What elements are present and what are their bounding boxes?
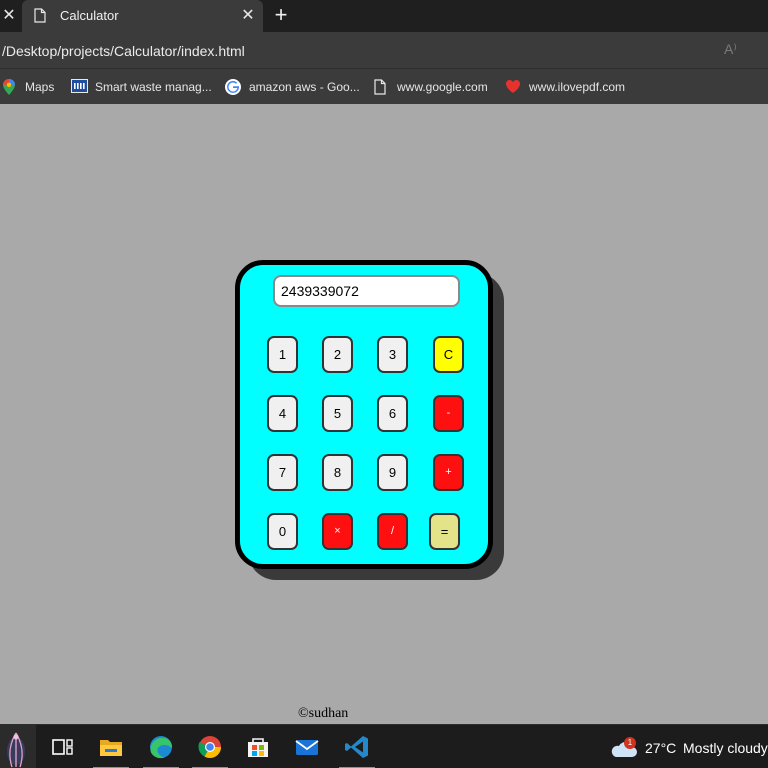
- bookmark-label: www.ilovepdf.com: [529, 80, 626, 94]
- key-8[interactable]: 8: [322, 454, 353, 491]
- tab-title: Calculator: [60, 8, 119, 23]
- maps-pin-icon: [3, 79, 15, 95]
- weather-badge: 1: [624, 737, 636, 749]
- address-bar-edge: [762, 41, 768, 59]
- bookmark-label: amazon aws - Goo...: [249, 80, 360, 94]
- mail-icon[interactable]: [289, 729, 325, 765]
- url-field[interactable]: /Desktop/projects/Calculator/index.html: [2, 42, 245, 60]
- file-explorer-icon[interactable]: [93, 729, 129, 768]
- clear-button[interactable]: C: [433, 336, 464, 373]
- key-0[interactable]: 0: [267, 513, 298, 550]
- divide-button[interactable]: /: [377, 513, 408, 550]
- tab-calculator[interactable]: Calculator ✕: [22, 0, 263, 32]
- weather-description[interactable]: Mostly cloudy: [683, 740, 768, 756]
- subtract-button[interactable]: -: [433, 395, 464, 432]
- tab-close-icon[interactable]: ✕: [240, 6, 256, 26]
- previous-tab-close-icon[interactable]: ✕: [0, 6, 18, 26]
- bookmarks-bar: Maps Smart waste manag... amazon aws - G…: [0, 68, 768, 104]
- address-bar: /Desktop/projects/Calculator/index.html …: [0, 32, 768, 68]
- key-6[interactable]: 6: [377, 395, 408, 432]
- bookmark-label: www.google.com: [397, 80, 488, 94]
- task-view-icon[interactable]: [44, 729, 80, 765]
- multiply-button[interactable]: ×: [322, 513, 353, 550]
- bookmark-label: Maps: [25, 80, 55, 94]
- read-aloud-icon[interactable]: A⁾: [724, 41, 744, 59]
- tab-strip: ✕ Calculator ✕ +: [0, 0, 768, 32]
- bookmark-maps[interactable]: Maps: [3, 78, 59, 96]
- equals-button[interactable]: =: [429, 513, 460, 550]
- start-icon[interactable]: [0, 725, 36, 768]
- key-1[interactable]: 1: [267, 336, 298, 373]
- bookmark-ilovepdf[interactable]: www.ilovepdf.com: [505, 78, 629, 96]
- bookmark-amazon-aws[interactable]: amazon aws - Goo...: [225, 78, 361, 96]
- footer-credit: ©sudhan: [298, 706, 349, 721]
- edge-icon[interactable]: [143, 729, 179, 768]
- taskbar: 1 27°C Mostly cloudy: [0, 724, 768, 768]
- calculator: 2439339072 1 2 3 C 4 5 6 - 7 8 9 + 0 × /…: [235, 260, 493, 569]
- ieee-icon: [71, 79, 88, 93]
- chrome-icon[interactable]: [192, 729, 228, 768]
- add-button[interactable]: +: [433, 454, 464, 491]
- store-icon[interactable]: [240, 729, 276, 765]
- google-icon: [225, 79, 241, 95]
- key-2[interactable]: 2: [322, 336, 353, 373]
- bookmark-google[interactable]: www.google.com: [374, 78, 492, 96]
- page-icon: [34, 8, 46, 23]
- bookmark-smart-waste[interactable]: Smart waste manag...: [71, 78, 213, 96]
- weather-temperature[interactable]: 27°C: [645, 740, 676, 756]
- new-tab-button[interactable]: +: [271, 4, 291, 26]
- calculator-display[interactable]: 2439339072: [273, 275, 460, 307]
- heart-icon: [506, 80, 520, 93]
- bookmark-label: Smart waste manag...: [95, 80, 212, 94]
- key-9[interactable]: 9: [377, 454, 408, 491]
- key-3[interactable]: 3: [377, 336, 408, 373]
- key-7[interactable]: 7: [267, 454, 298, 491]
- vscode-icon[interactable]: [339, 729, 375, 768]
- page-icon: [374, 79, 386, 95]
- key-5[interactable]: 5: [322, 395, 353, 432]
- key-4[interactable]: 4: [267, 395, 298, 432]
